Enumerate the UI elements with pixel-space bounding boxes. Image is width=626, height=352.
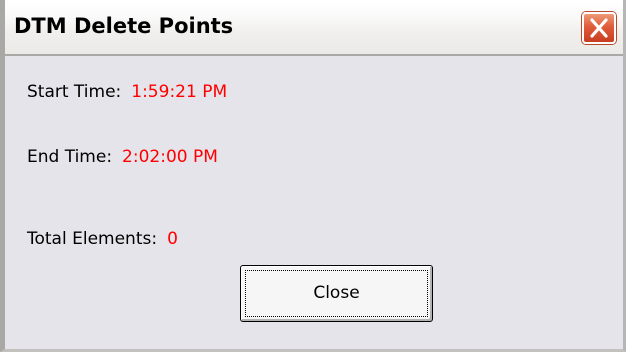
title-close-button[interactable]: [582, 12, 616, 44]
end-time-label: End Time:: [27, 147, 113, 167]
title-bar[interactable]: DTM Delete Points: [5, 0, 623, 56]
close-button[interactable]: Close: [240, 265, 433, 322]
close-x-icon: [590, 18, 608, 38]
dialog-window: DTM Delete Points Start Time: 1:59:21 PM …: [0, 0, 626, 352]
close-button-label: Close: [313, 283, 360, 303]
end-time-row: End Time: 2:02:00 PM: [27, 147, 218, 167]
total-elements-row: Total Elements: 0: [27, 229, 178, 249]
end-time-value: 2:02:00 PM: [122, 147, 218, 167]
start-time-row: Start Time: 1:59:21 PM: [27, 82, 227, 102]
start-time-label: Start Time:: [27, 82, 122, 102]
total-elements-value: 0: [167, 229, 178, 249]
start-time-value: 1:59:21 PM: [131, 82, 228, 102]
window-title: DTM Delete Points: [14, 14, 234, 38]
total-elements-label: Total Elements:: [27, 229, 158, 249]
